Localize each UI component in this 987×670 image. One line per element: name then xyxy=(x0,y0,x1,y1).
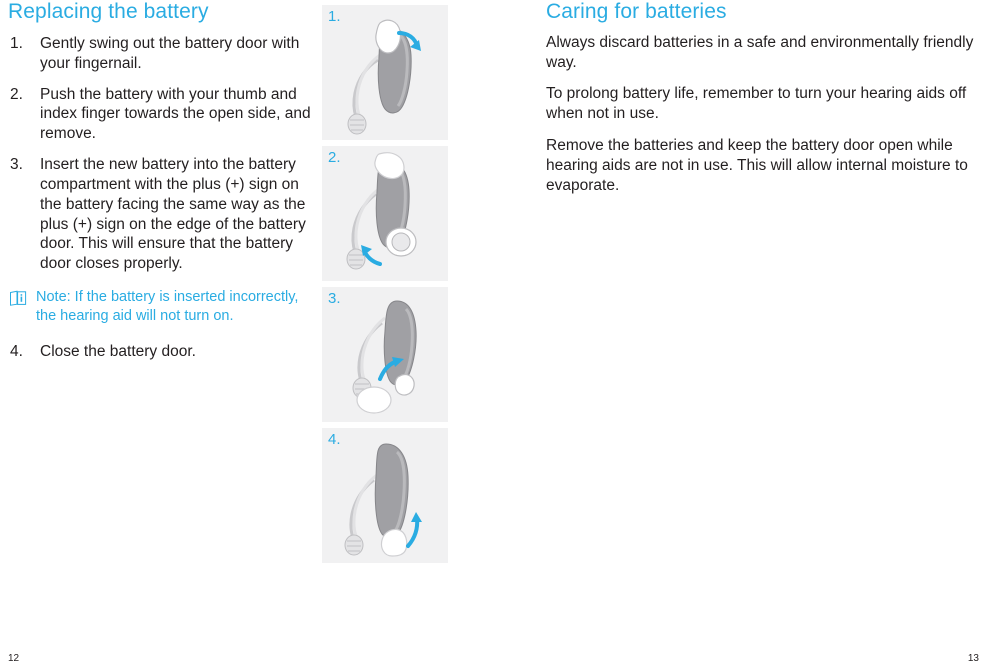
paragraph: To prolong battery life, remember to tur… xyxy=(546,85,967,123)
figure-column: 1. 2. 3. 4. xyxy=(322,5,448,569)
step-number: 3. xyxy=(10,156,23,174)
figure-number: 2. xyxy=(328,149,341,166)
figure-number: 4. xyxy=(328,431,341,448)
page-title: Caring for batteries xyxy=(546,0,727,23)
note-text: Note: If the battery is inserted incorre… xyxy=(36,289,299,324)
list-item: 4. Close the battery door. xyxy=(8,342,313,362)
hearing-aid-illustration xyxy=(352,300,417,414)
figure-number: 1. xyxy=(328,8,341,25)
list-item: 2. Push the battery with your thumb and … xyxy=(8,85,313,144)
figure-push-battery-out: 2. xyxy=(322,146,448,281)
hearing-aid-illustration xyxy=(347,19,421,135)
list-item: 1. Gently swing out the battery door wit… xyxy=(8,34,313,74)
battery-replacement-final-step: 4. Close the battery door. xyxy=(8,342,313,362)
step-text: Gently swing out the battery door with y… xyxy=(40,35,300,72)
step-text: Insert the new battery into the battery … xyxy=(40,156,306,273)
page-number-right: 13 xyxy=(967,653,979,664)
step-number: 2. xyxy=(10,85,23,103)
note-callout: Note: If the battery is inserted incorre… xyxy=(8,288,313,326)
step-text: Push the battery with your thumb and ind… xyxy=(40,85,311,143)
figure-number: 3. xyxy=(328,290,341,307)
step-number: 4. xyxy=(10,342,23,360)
figure-close-battery-door: 4. xyxy=(322,428,448,563)
page-title: Replacing the battery xyxy=(8,0,209,23)
list-item: 3. Insert the new battery into the batte… xyxy=(8,155,313,274)
battery-replacement-steps: 1. Gently swing out the battery door wit… xyxy=(8,34,313,274)
paragraph: Remove the batteries and keep the batter… xyxy=(546,136,968,194)
page-number-left: 12 xyxy=(8,653,20,664)
hearing-aid-illustration xyxy=(346,152,417,270)
figure-swing-out-battery-door: 1. xyxy=(322,5,448,140)
paragraph: Always discard batteries in a safe and e… xyxy=(546,34,974,72)
hearing-aid-illustration xyxy=(344,443,422,557)
step-number: 1. xyxy=(10,35,23,52)
left-page-column: Replacing the battery 1. Gently swing ou… xyxy=(8,0,313,373)
note-info-icon xyxy=(9,290,27,306)
step-text: Close the battery door. xyxy=(40,342,196,360)
figure-insert-new-battery: 3. xyxy=(322,287,448,422)
manual-spread: Replacing the battery 1. Gently swing ou… xyxy=(0,0,987,670)
right-page-column: Caring for batteries Always discard batt… xyxy=(546,0,981,207)
